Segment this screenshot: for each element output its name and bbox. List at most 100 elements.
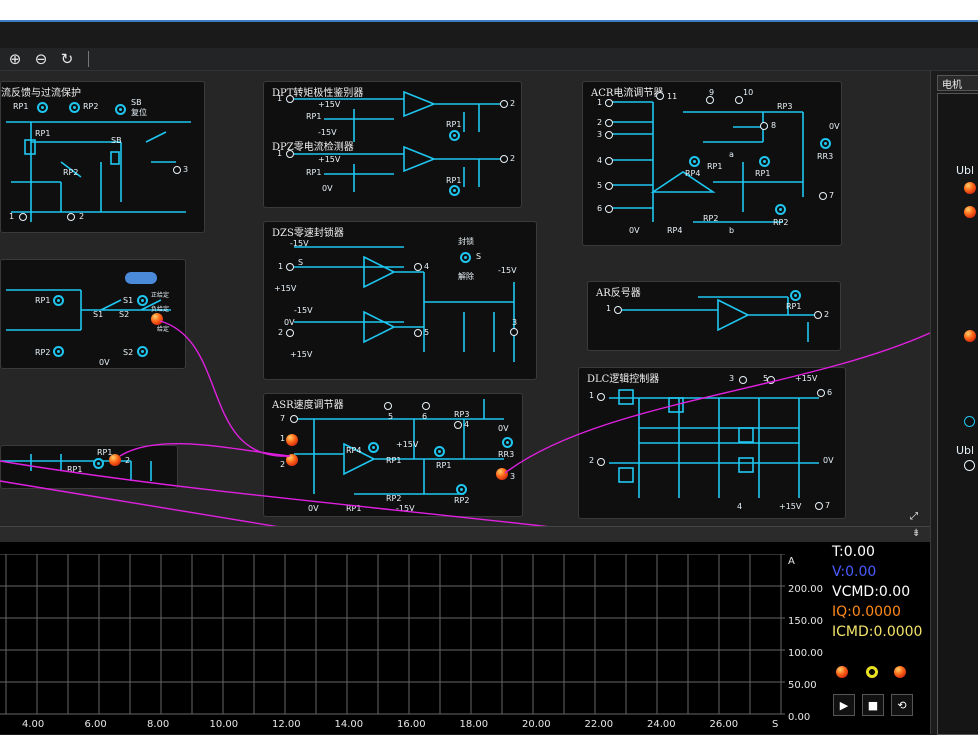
patch-plug[interactable] xyxy=(496,468,508,480)
potentiometer-rp1-knob[interactable] xyxy=(37,102,48,113)
module-acr[interactable]: ACR电流调节器 1 11 9 10 2 3 RP3 8 0V RR3 4 RP… xyxy=(582,81,842,246)
patch-plug[interactable] xyxy=(286,434,298,446)
acr-rr3-knob[interactable] xyxy=(820,138,831,149)
overcurrent-schematic xyxy=(6,121,191,222)
switch-s2[interactable] xyxy=(137,346,148,357)
scope-header: ⇟ xyxy=(0,526,930,543)
module-dpt-dpz[interactable]: DPT转矩极性鉴别器 DPZ零电流检测器 1 +15V RP1 -15V RP1… xyxy=(263,81,522,208)
terminal-3[interactable] xyxy=(510,328,518,336)
module-ar[interactable]: AR反号器 1 RP1 2 xyxy=(587,281,841,351)
module-filter[interactable]: RP1 RP1 2 xyxy=(0,445,178,489)
dzs-lock-switch[interactable] xyxy=(460,252,471,263)
play-button[interactable]: ▶ xyxy=(833,694,855,716)
label: +15V xyxy=(795,374,818,383)
terminal-2[interactable] xyxy=(67,213,75,221)
terminal-1[interactable] xyxy=(19,213,27,221)
module-dzs[interactable]: DZS零速封锁器 -15V 封锁 S 1 S 4 解除 -15V +15V -1… xyxy=(263,221,537,380)
terminal-7[interactable] xyxy=(290,415,298,423)
loop-button[interactable]: ⟲ xyxy=(891,694,913,716)
patch-plug[interactable] xyxy=(964,206,976,218)
patch-plug[interactable] xyxy=(109,454,121,466)
circuit-canvas[interactable]: 流反馈与过流保护 RP1 RP2 SB 复位 RP1 SB RP2 3 1 2 … xyxy=(0,71,930,526)
asr-rr3-knob[interactable] xyxy=(502,437,513,448)
acr-rp1-knob[interactable] xyxy=(759,156,770,167)
motor-panel[interactable]: 电机 Ubl Ubl xyxy=(930,71,978,735)
terminal-5[interactable] xyxy=(605,182,613,190)
terminal-7[interactable] xyxy=(819,192,827,200)
zoom-out-icon[interactable]: ⊖ xyxy=(30,49,52,69)
potentiometer-rp2-knob[interactable] xyxy=(69,102,80,113)
patch-plug[interactable] xyxy=(964,330,976,342)
switch-s1[interactable] xyxy=(137,295,148,306)
label: RP1 xyxy=(386,456,402,465)
terminal-11[interactable] xyxy=(656,92,664,100)
dpt-rp1-knob[interactable] xyxy=(449,130,460,141)
terminal-2[interactable] xyxy=(597,458,605,466)
acr-rp2-knob[interactable] xyxy=(775,204,786,215)
terminal-4[interactable] xyxy=(454,421,462,429)
dpz-rp1-knob[interactable] xyxy=(449,185,460,196)
refresh-icon[interactable]: ↻ xyxy=(56,49,78,69)
module-asr[interactable]: ASR速度调节器 7 5 6 4 RP3 0V 1 RP4 +15V RR3 2… xyxy=(263,393,523,517)
collapse-icon[interactable]: ⇟ xyxy=(912,528,920,539)
readout-v: V:0.00 xyxy=(832,564,877,580)
terminal-3[interactable] xyxy=(605,131,613,139)
terminal-1[interactable] xyxy=(605,99,613,107)
terminal-5[interactable] xyxy=(767,376,775,384)
terminal-1[interactable] xyxy=(286,95,294,103)
motor-tab[interactable]: 电机 xyxy=(937,75,978,91)
terminal-2[interactable] xyxy=(814,311,822,319)
terminal-9[interactable] xyxy=(706,96,714,104)
label: RP2 xyxy=(386,494,402,503)
terminal-3[interactable] xyxy=(173,166,181,174)
patch-plug[interactable] xyxy=(836,666,848,678)
motor-terminal[interactable] xyxy=(964,460,975,471)
acr-rp4-knob[interactable] xyxy=(689,156,700,167)
filter-rp1-knob[interactable] xyxy=(93,458,104,469)
terminal-7[interactable] xyxy=(815,502,823,510)
zoom-in-icon[interactable]: ⊕ xyxy=(4,49,26,69)
motor-terminal[interactable] xyxy=(964,416,975,427)
module-speed-reference[interactable]: RP1 S1 S1 S2 RP2 S2 0V 正给定 负给定 给定 xyxy=(0,259,186,369)
label: 0V xyxy=(99,358,110,367)
label: RP1 xyxy=(306,168,322,177)
terminal-1[interactable] xyxy=(286,263,294,271)
terminal-5[interactable] xyxy=(414,329,422,337)
terminal-6[interactable] xyxy=(817,389,825,397)
patch-plug[interactable] xyxy=(964,182,976,194)
terminal-10[interactable] xyxy=(735,96,743,104)
speed-rp1-knob[interactable] xyxy=(53,295,64,306)
terminal-1[interactable] xyxy=(614,306,622,314)
module-dlc[interactable]: DLC逻辑控制器 1 3 5 +15V 6 2 0V 4 +15V 7 xyxy=(578,367,846,519)
reset-button-sb[interactable] xyxy=(115,104,126,115)
patch-plug[interactable] xyxy=(286,454,298,466)
terminal-1[interactable] xyxy=(286,150,294,158)
power-toggle[interactable] xyxy=(125,272,157,284)
patch-plug[interactable] xyxy=(151,313,163,325)
terminal-4[interactable] xyxy=(414,263,422,271)
fullscreen-icon[interactable]: ⤢ xyxy=(910,511,920,522)
terminal-1[interactable] xyxy=(597,393,605,401)
x-tick: 26.00 xyxy=(709,719,739,730)
terminal-3[interactable] xyxy=(739,376,747,384)
asr-rp4-knob[interactable] xyxy=(368,442,379,453)
probe-terminal[interactable] xyxy=(866,666,878,678)
terminal-5[interactable] xyxy=(384,402,392,410)
terminal-2[interactable] xyxy=(605,119,613,127)
terminal-6[interactable] xyxy=(422,402,430,410)
terminal-2[interactable] xyxy=(500,155,508,163)
asr-rp2-knob[interactable] xyxy=(456,484,467,495)
module-overcurrent[interactable]: 流反馈与过流保护 RP1 RP2 SB 复位 RP1 SB RP2 3 1 2 xyxy=(0,81,205,233)
terminal-2[interactable] xyxy=(286,329,294,337)
x-tick: 22.00 xyxy=(584,719,614,730)
terminal-8[interactable] xyxy=(760,122,768,130)
ar-rp1-knob[interactable] xyxy=(790,290,801,301)
terminal-4[interactable] xyxy=(605,157,613,165)
stop-button[interactable]: ■ xyxy=(862,694,884,716)
asr-rp1-knob-upper[interactable] xyxy=(434,446,445,457)
terminal-6[interactable] xyxy=(605,205,613,213)
x-tick: 20.00 xyxy=(522,719,551,730)
patch-plug[interactable] xyxy=(894,666,906,678)
speed-rp2-knob[interactable] xyxy=(53,346,64,357)
terminal-2[interactable] xyxy=(500,100,508,108)
